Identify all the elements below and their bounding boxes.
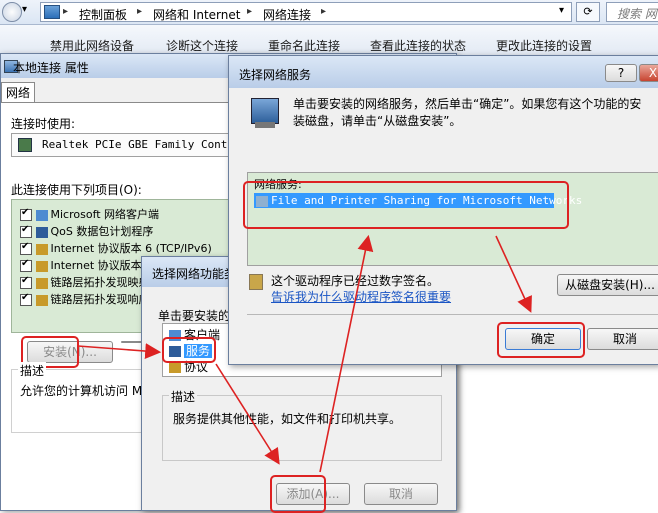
annotation-arrows — [77, 234, 532, 473]
arrow-file-sharing-to-ok — [495, 235, 532, 313]
arrow-add-to-file-sharing — [319, 234, 374, 473]
arrow-service-to-add — [215, 363, 280, 465]
arrow-install-to-service — [77, 343, 162, 360]
